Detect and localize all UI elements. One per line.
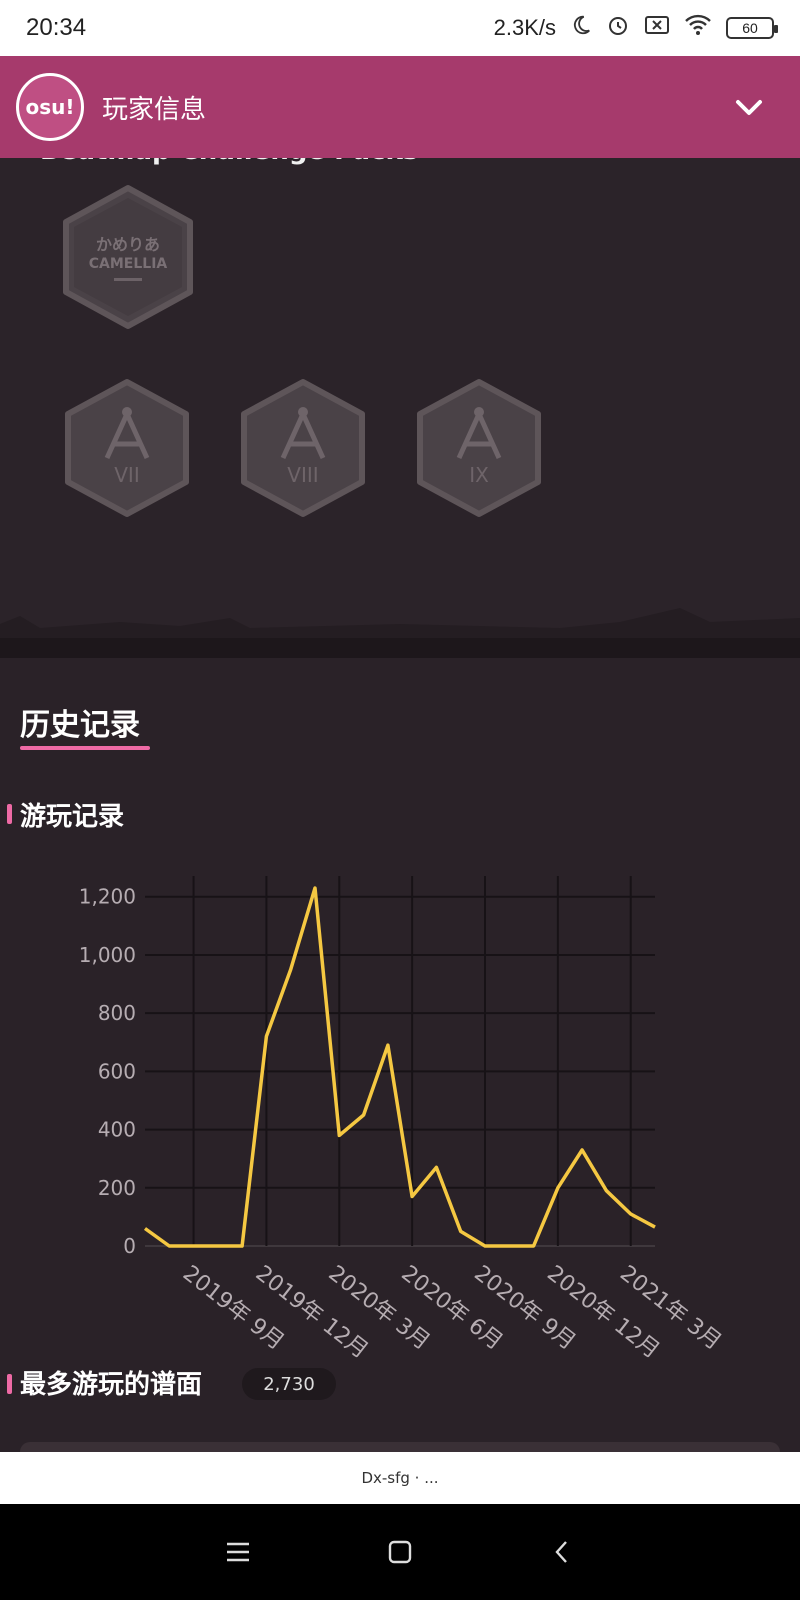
play-count-series-line [143, 886, 656, 1248]
app-header: osu! 玩家信息 [0, 56, 800, 158]
status-time: 20:34 [26, 14, 87, 41]
sim-off-icon [644, 14, 670, 42]
svg-text:かめりあ: かめりあ [96, 235, 160, 254]
packs-title: Beatmap Challenge Packs [40, 158, 418, 166]
pack-ix-label: IX [469, 463, 489, 487]
menu-icon[interactable] [222, 1536, 254, 1568]
y-tick-label: 1,200 [79, 885, 136, 909]
camellia-pack-badge[interactable]: かめりあ CAMELLIA [60, 184, 196, 330]
svg-text:CAMELLIA: CAMELLIA [89, 256, 168, 272]
page-title: 玩家信息 [102, 94, 207, 125]
home-icon[interactable] [384, 1536, 416, 1568]
y-tick-label: 400 [98, 1118, 136, 1142]
back-icon[interactable] [546, 1536, 578, 1568]
history-section: 历史记录 游玩记录 0 200 400 600 800 1,000 1,200 2019年 9… [0, 658, 800, 1456]
moon-icon [570, 14, 592, 42]
play-history-chart: 0 200 400 600 800 1,000 1,200 2019年 9月 2019年 12月… [0, 868, 800, 1364]
osu-logo[interactable]: osu! [16, 73, 84, 141]
history-title: 历史记录 [20, 708, 140, 743]
bottom-label: Dx-sfg · ... [361, 1469, 439, 1487]
pack-vii-badge[interactable]: VII [62, 378, 192, 518]
most-played-title: 最多游玩的谱面 [20, 1370, 203, 1400]
bottom-label-bar: Dx-sfg · ... [0, 1452, 800, 1504]
battery-icon: 60 [726, 17, 778, 39]
navigation-bar [0, 1504, 800, 1600]
most-played-count: 2,730 [242, 1368, 336, 1400]
pack-ix-badge[interactable]: IX [414, 378, 544, 518]
challenge-packs-section: Beatmap Challenge Packs かめりあ CAMELLIA VI… [0, 158, 800, 638]
alarm-icon [606, 13, 630, 43]
chevron-down-icon[interactable] [734, 92, 764, 122]
most-played-marker [7, 1374, 12, 1394]
pack-viii-label: VIII [287, 463, 318, 487]
wifi-icon [684, 14, 712, 42]
history-tab-underline [20, 746, 150, 750]
pack-viii-badge[interactable]: VIII [238, 378, 368, 518]
play-history-marker [7, 804, 12, 824]
status-bar: 20:34 2.3K/s 60 [0, 0, 800, 56]
mountain-decoration [0, 608, 800, 638]
play-history-title: 游玩记录 [20, 802, 125, 832]
y-tick-label: 0 [123, 1234, 136, 1258]
status-icons: 2.3K/s 60 [493, 13, 778, 43]
y-tick-label: 800 [98, 1001, 136, 1025]
network-speed: 2.3K/s [493, 15, 556, 40]
y-tick-label: 200 [98, 1176, 136, 1200]
y-tick-label: 600 [98, 1059, 136, 1083]
section-divider [0, 638, 800, 658]
pack-vii-label: VII [114, 463, 139, 487]
y-tick-label: 1,000 [79, 943, 136, 967]
